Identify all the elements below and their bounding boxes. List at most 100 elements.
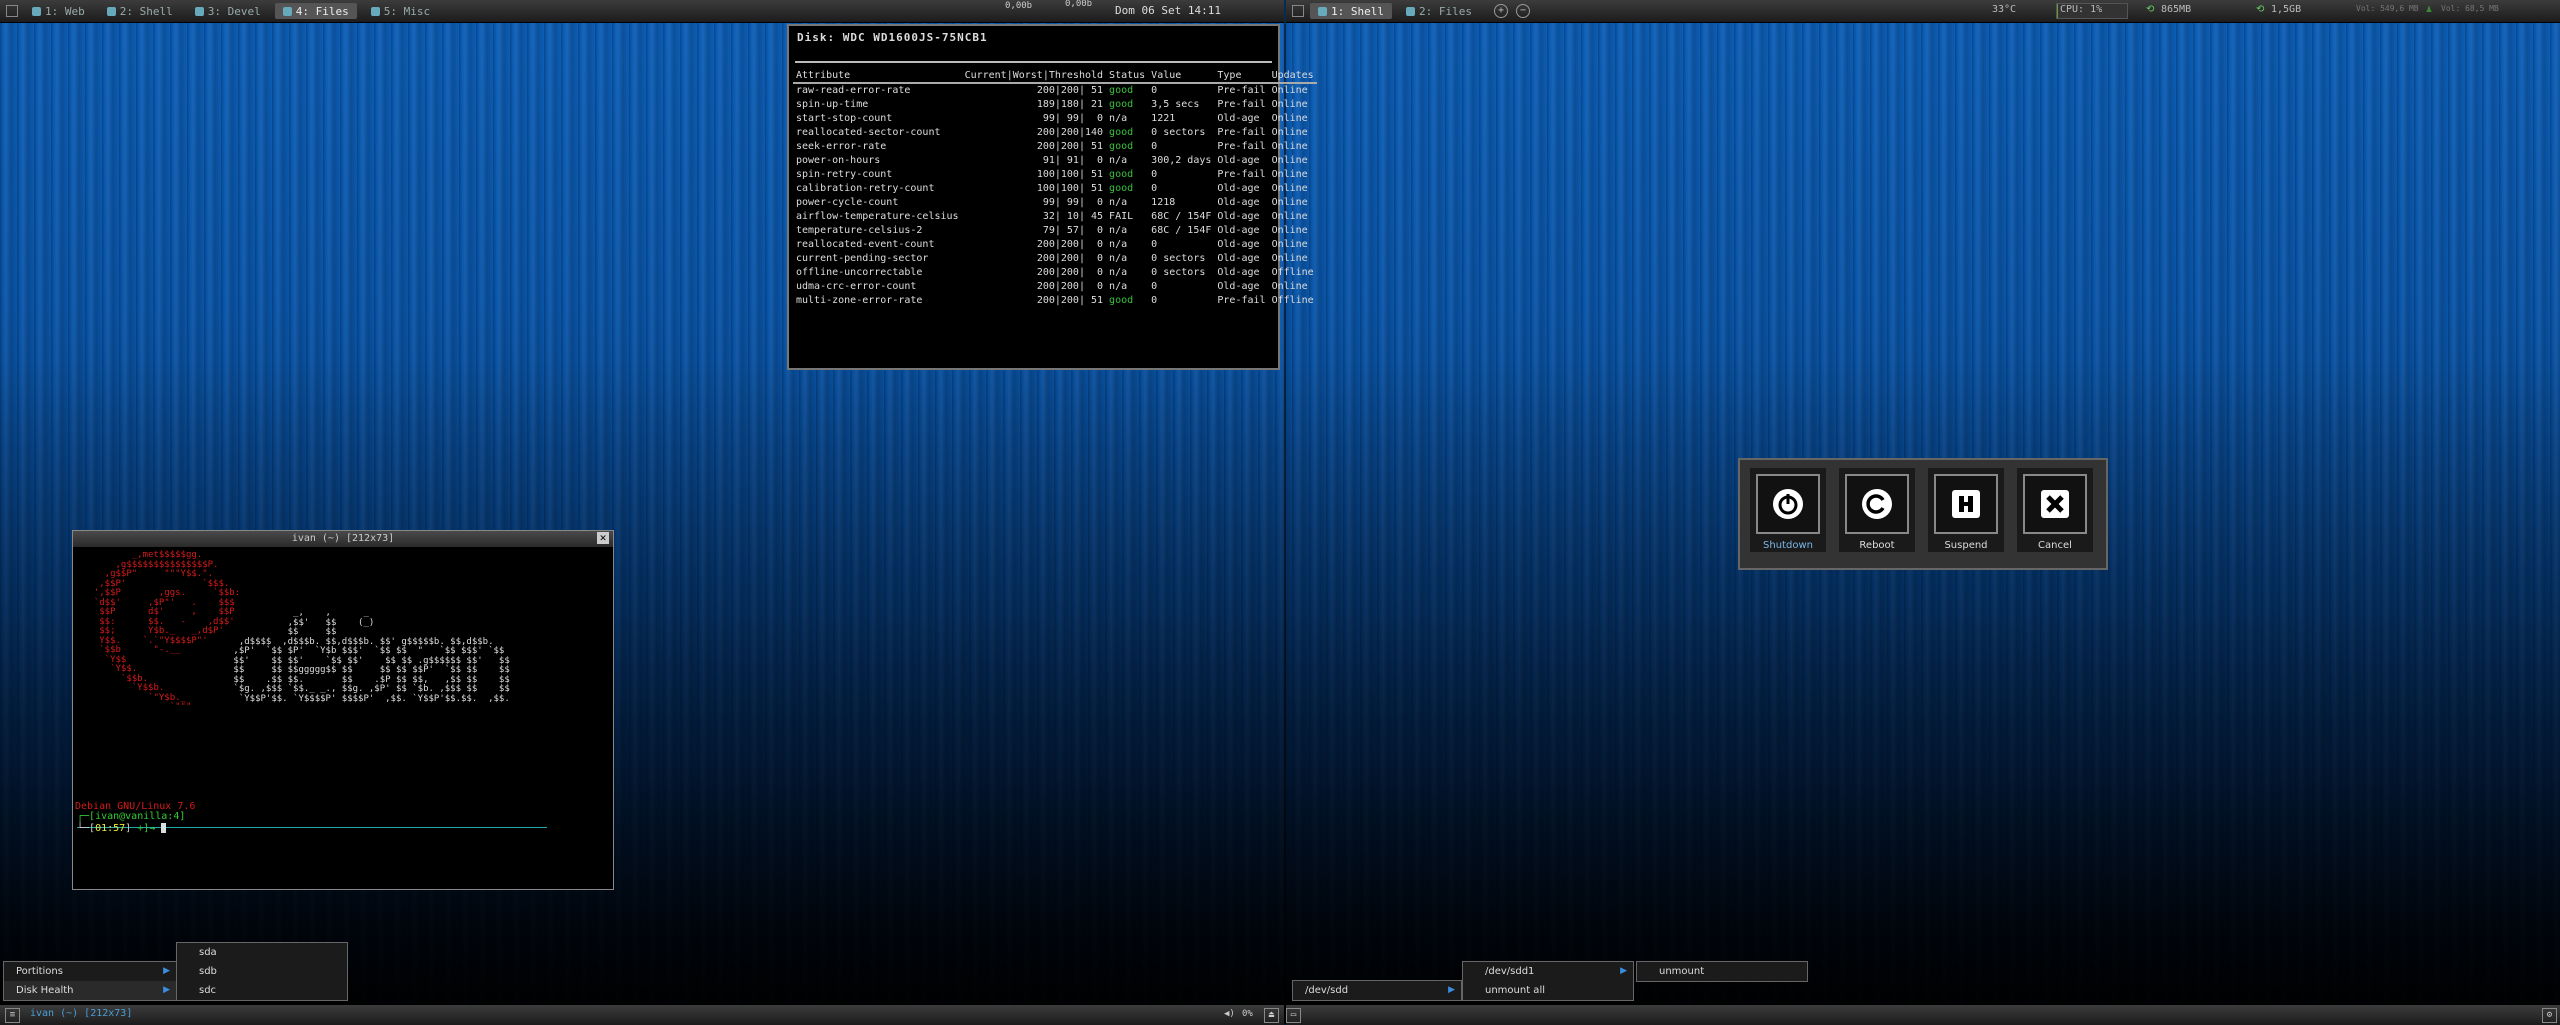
- cell-value: 0 sectors: [1151, 267, 1206, 278]
- table-row: current-pending-sector 200|200| 0 n/a 0 sec…: [793, 252, 1317, 266]
- cell-attribute: power-cycle-count: [796, 197, 899, 208]
- speaker-icon[interactable]: ◀): [1224, 1009, 1235, 1019]
- workspace-1[interactable]: 1: Web: [24, 3, 93, 19]
- cell-value: 68C / 154F: [1151, 225, 1212, 236]
- cell-updates: Online: [1271, 225, 1308, 236]
- cell-status: n/a: [1109, 267, 1128, 278]
- drive-icon[interactable]: ▭: [1286, 1008, 1301, 1023]
- table-row: start-stop-count 99| 99| 0 n/a 1221 Old-age…: [793, 112, 1317, 126]
- col-updates: Updates: [1268, 69, 1317, 84]
- cell-values: 200|200| 0: [1036, 281, 1104, 292]
- cell-values: 99| 99| 0: [1036, 113, 1104, 124]
- left-sub-menu: sda sdb sdc: [176, 942, 348, 1001]
- cell-values: 200|200| 51: [1036, 85, 1104, 96]
- disk-title: Disk: WDC WD1600JS-75NCB1: [797, 31, 988, 44]
- reboot-label: Reboot: [1859, 540, 1895, 551]
- menu-item-dev-sdd[interactable]: /dev/sdd ▶: [1293, 981, 1461, 1000]
- cell-values: 200|200| 51: [1036, 141, 1104, 152]
- shutdown-button[interactable]: Shutdown: [1750, 468, 1826, 552]
- cell-values: 200|200| 51: [1036, 295, 1104, 306]
- cell-values: 32| 10| 45: [1036, 211, 1104, 222]
- cell-updates: Online: [1271, 169, 1308, 180]
- cancel-button[interactable]: Cancel: [2017, 468, 2093, 552]
- smart-table: Attribute Current|Worst|Threshold Status…: [793, 69, 1317, 308]
- cell-updates: Offline: [1271, 267, 1314, 278]
- chevron-right-icon: ▶: [163, 966, 170, 976]
- cell-values: 200|200| 0: [1036, 267, 1104, 278]
- cell-status: good: [1109, 141, 1134, 152]
- cell-values: 79| 57| 0: [1036, 225, 1104, 236]
- cell-attribute: calibration-retry-count: [796, 183, 935, 194]
- shell-icon: [106, 6, 116, 16]
- cell-type: Old-age: [1217, 281, 1260, 292]
- cell-values: 100|100| 51: [1036, 169, 1104, 180]
- menu-item-sdb[interactable]: sdb: [177, 962, 347, 981]
- cell-value: 3,5 secs: [1151, 99, 1200, 110]
- workspace-r2[interactable]: 2: Files: [1398, 3, 1480, 19]
- terminal-window[interactable]: ivan (~) [212x73] ✕ _,met$$$$$gg. ,g$$$$…: [72, 530, 614, 890]
- vol-info-1: Vol: 549,6 MB: [2356, 4, 2419, 13]
- menu-icon[interactable]: [6, 5, 18, 17]
- menu-item-sdc[interactable]: sdc: [177, 981, 347, 1000]
- cell-updates: Online: [1271, 113, 1308, 124]
- shell-icon: [1318, 6, 1327, 16]
- menu-icon-right[interactable]: [1292, 5, 1304, 17]
- cell-type: Old-age: [1217, 239, 1260, 250]
- taskbar-item-terminal[interactable]: ivan (~) [212x73]: [30, 1008, 132, 1019]
- cell-updates: Online: [1271, 281, 1308, 292]
- cell-status: n/a: [1109, 155, 1128, 166]
- debian-swirl-art: _,met$$$$$gg. ,g$$$$$$$$$$$$$$$P. ,g$$P"…: [93, 550, 241, 712]
- prompt-line-2[interactable]: └─[01:57] +]→: [77, 823, 167, 834]
- cell-type: Pre-fail: [1217, 99, 1266, 110]
- cell-updates: Online: [1271, 183, 1308, 194]
- suspend-button[interactable]: Suspend: [1928, 468, 2004, 552]
- gear-icon[interactable]: ⚙: [2542, 1008, 2557, 1023]
- table-row: udma-crc-error-count 200|200| 0 n/a 0 Old-ag…: [793, 280, 1317, 294]
- net-down: 0,00b: [1005, 1, 1033, 11]
- add-workspace-icon[interactable]: +: [1493, 4, 1508, 18]
- cell-status: good: [1109, 99, 1134, 110]
- cell-type: Old-age: [1217, 183, 1260, 194]
- devel-icon: [194, 6, 204, 16]
- menu-icon[interactable]: ≡: [5, 1008, 20, 1023]
- eject-icon[interactable]: ⏏: [1264, 1008, 1279, 1023]
- menu-item-unmount-all[interactable]: unmount all: [1463, 981, 1633, 1000]
- workspace-4[interactable]: 4: Files: [274, 3, 357, 19]
- menu-item-partitions[interactable]: Portitions ▶: [4, 962, 176, 981]
- cell-status: good: [1109, 127, 1134, 138]
- cell-updates: Online: [1271, 85, 1308, 96]
- cell-updates: Online: [1271, 127, 1308, 138]
- cell-value: 0 sectors: [1151, 127, 1206, 138]
- col-type: Type: [1214, 69, 1269, 84]
- menu-item-disk-health[interactable]: Disk Health ▶: [4, 981, 176, 1000]
- workspace-r1[interactable]: 1: Shell: [1310, 3, 1392, 19]
- chevron-right-icon: ▶: [1620, 966, 1627, 976]
- cell-type: Pre-fail: [1217, 295, 1266, 306]
- table-row: spin-up-time 189|180| 21 good 3,5 secs Pre-f…: [793, 98, 1317, 112]
- remove-workspace-icon[interactable]: −: [1515, 4, 1530, 18]
- menu-item-dev-sdd1[interactable]: /dev/sdd1 ▶: [1463, 962, 1633, 981]
- cell-status: FAIL: [1109, 211, 1134, 222]
- workspace-2[interactable]: 2: Shell: [99, 3, 181, 19]
- close-icon[interactable]: ✕: [597, 532, 609, 544]
- cell-type: Pre-fail: [1217, 141, 1266, 152]
- table-header-row: Attribute Current|Worst|Threshold Status…: [793, 69, 1317, 84]
- suspend-icon: [1952, 490, 1980, 518]
- cell-type: Old-age: [1217, 267, 1260, 278]
- table-row: calibration-retry-count 100|100| 51 good 0 O…: [793, 182, 1317, 196]
- disk-health-window: Disk: WDC WD1600JS-75NCB1 Attribute Curr…: [787, 24, 1317, 370]
- menu-item-unmount[interactable]: unmount: [1637, 962, 1807, 981]
- reboot-button[interactable]: Reboot: [1839, 468, 1915, 552]
- cell-attribute: seek-error-rate: [796, 141, 887, 152]
- table-row: seek-error-rate 200|200| 51 good 0 Pre-fail O…: [793, 140, 1317, 154]
- workspace-3[interactable]: 3: Devel: [187, 3, 269, 19]
- suspend-label: Suspend: [1944, 540, 1988, 551]
- cell-attribute: raw-read-error-rate: [796, 85, 911, 96]
- right-sub-menu: /dev/sdd1 ▶ unmount all: [1462, 961, 1634, 1001]
- cell-status: n/a: [1109, 113, 1128, 124]
- cell-value: 1221: [1151, 113, 1176, 124]
- terminal-titlebar[interactable]: ivan (~) [212x73] ✕: [73, 531, 613, 547]
- workspace-5[interactable]: 5: Misc: [363, 3, 438, 19]
- menu-item-sda[interactable]: sda: [177, 943, 347, 962]
- right-main-menu: /dev/sdd ▶: [1292, 980, 1462, 1001]
